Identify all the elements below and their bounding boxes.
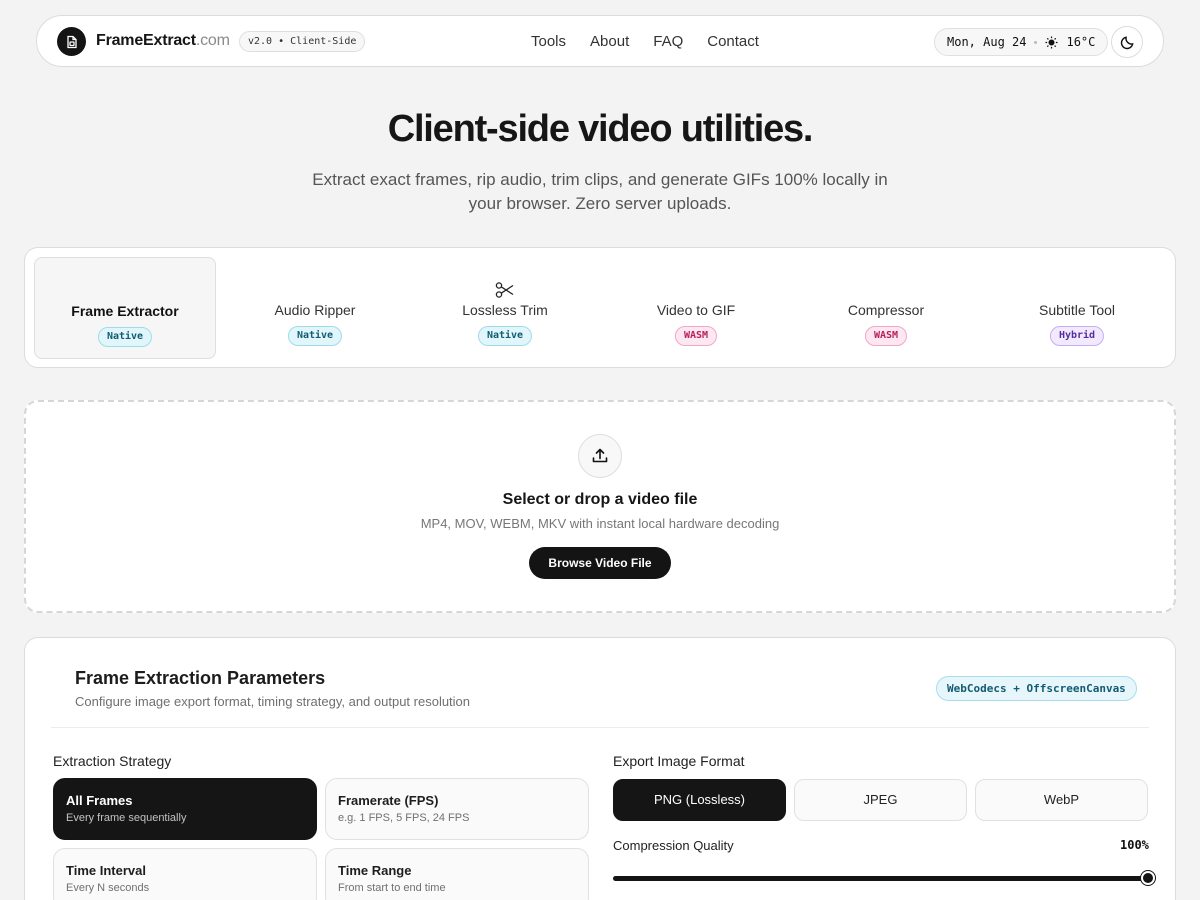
tool-label: Subtitle Tool [1038,302,1115,318]
strategy-name: Framerate (FPS) [338,793,439,808]
temperature-text: 16°C [1066,35,1096,49]
tool-audio-ripper[interactable]: Audio Ripper Native [224,257,406,359]
tool-label: Compressor [847,302,925,318]
tool-badge: WASM [864,326,908,346]
strategy-framerate[interactable]: Framerate (FPS) e.g. 1 FPS, 5 FPS, 24 FP… [325,778,589,840]
tool-label: Lossless Trim [462,302,548,318]
hero-subtitle: Extract exact frames, rip audio, trim cl… [312,170,888,213]
tool-badge: Hybrid [1049,326,1105,346]
tool-badge: WASM [674,326,718,346]
format-png-button[interactable]: PNG (Lossless) [613,779,786,821]
tool-badge: Native [97,327,153,347]
tool-label: Video to GIF [656,302,736,318]
format-label: Export Image Format [613,753,745,769]
strategy-time-interval[interactable]: Time Interval Every N seconds [53,848,317,900]
tool-lossless-trim[interactable]: Lossless Trim Native [414,257,596,359]
main-nav: Tools About FAQ Contact [531,33,759,50]
tool-badge: Native [287,326,343,346]
divider [51,727,1149,728]
version-badge: v2.0 • Client-Side [239,31,366,52]
logo-icon[interactable] [57,27,86,56]
quality-slider-thumb[interactable] [1141,871,1155,885]
strategy-desc: Every frame sequentially [66,812,187,824]
strategy-name: Time Range [338,863,412,878]
strategy-desc: From start to end time [338,882,446,894]
strategy-name: Time Interval [66,863,146,878]
quality-value: 100% [1120,838,1149,852]
date-weather-pill: Mon, Aug 24 16°C [934,28,1109,56]
top-nav-bar: FrameExtract.com v2.0 • Client-Side Tool… [36,15,1164,67]
tool-compressor[interactable]: Compressor WASM [795,257,977,359]
tool-selector: Frame Extractor Native Audio Ripper Nati… [24,247,1176,368]
dropzone-title: Select or drop a video file [502,491,698,508]
separator-dot [1034,40,1038,44]
panel-title: Frame Extraction Parameters [75,668,326,688]
theme-toggle-button[interactable] [1111,26,1143,58]
parameters-panel: Frame Extraction Parameters Configure im… [24,637,1176,900]
tool-subtitle-tool[interactable]: Subtitle Tool Hybrid [986,257,1168,359]
strategy-desc: e.g. 1 FPS, 5 FPS, 24 FPS [338,812,470,824]
brand-name[interactable]: FrameExtract.com [96,32,230,50]
tool-badge: Native [477,326,533,346]
tool-video-to-gif[interactable]: Video to GIF WASM [605,257,787,359]
quality-label: Compression Quality [613,838,734,853]
upload-icon[interactable] [578,434,622,478]
strategy-time-range[interactable]: Time Range From start to end time [325,848,589,900]
scissors-icon [414,281,596,299]
nav-about[interactable]: About [590,33,629,50]
moon-icon [1120,35,1134,49]
quality-slider-fill [613,876,1148,881]
hero-title: Client-side video utilities. [387,108,814,150]
dropzone-subtitle: MP4, MOV, WEBM, MKV with instant local h… [420,516,780,531]
browse-video-button[interactable]: Browse Video File [529,547,671,579]
panel-subtitle: Configure image export format, timing st… [75,694,471,709]
quality-slider[interactable] [613,871,1155,885]
file-dropzone[interactable]: Select or drop a video file MP4, MOV, WE… [24,400,1176,613]
format-jpeg-button[interactable]: JPEG [794,779,967,821]
tool-label: Audio Ripper [274,302,356,318]
strategy-desc: Every N seconds [66,882,150,894]
tool-label: Frame Extractor [71,303,179,319]
strategy-all-frames[interactable]: All Frames Every frame sequentially [53,778,317,840]
strategy-label: Extraction Strategy [53,753,172,769]
tool-frame-extractor[interactable]: Frame Extractor Native [34,257,216,359]
nav-faq[interactable]: FAQ [653,33,683,50]
engine-badge: WebCodecs + OffscreenCanvas [936,676,1137,701]
sun-icon [1045,36,1058,49]
nav-tools[interactable]: Tools [531,33,566,50]
nav-contact[interactable]: Contact [707,33,759,50]
format-webp-button[interactable]: WebP [975,779,1148,821]
date-text: Mon, Aug 24 [947,35,1027,49]
strategy-name: All Frames [66,793,133,808]
